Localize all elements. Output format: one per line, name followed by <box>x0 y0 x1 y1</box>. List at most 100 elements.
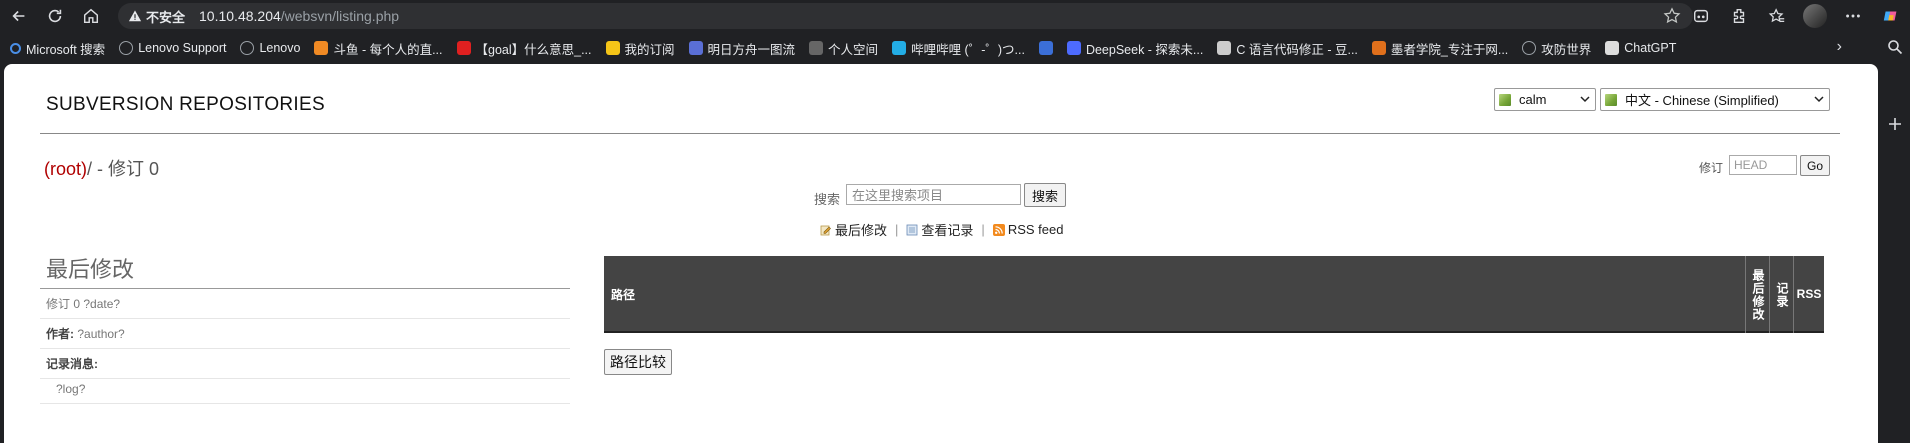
column-header-last-modified-text: 最后修改 <box>1751 268 1765 321</box>
y-icon <box>456 41 471 55</box>
home-icon <box>83 8 99 24</box>
author-row: 作者: ?author? <box>40 319 570 349</box>
log-label: 记录消息: <box>46 357 98 371</box>
search-icon[interactable] <box>1887 39 1903 55</box>
chevron-right-icon[interactable]: › <box>1837 38 1842 56</box>
search-icon <box>10 42 21 54</box>
bookmark-label: 攻防世界 <box>1541 42 1592 57</box>
side-panel <box>1880 32 1910 443</box>
bookmark-item[interactable]: 墨者学院_专注于网... <box>1371 39 1509 58</box>
bookmark-item[interactable]: 明日方舟一图流 <box>688 39 795 58</box>
security-warning[interactable]: 不安全 <box>128 7 185 26</box>
go-button[interactable]: Go <box>1800 155 1830 176</box>
language-select[interactable]: 中文 - Chinese (Simplified) <box>1600 88 1830 111</box>
cap-icon <box>1038 41 1053 55</box>
chevron-down-icon <box>1814 96 1824 103</box>
one-icon <box>688 41 703 55</box>
search-input[interactable]: 在这里搜索项目 <box>846 184 1021 205</box>
url-text[interactable]: 10.10.48.204/websvn/listing.php <box>199 8 399 24</box>
bookmark-star-icon[interactable] <box>1663 7 1681 28</box>
author-value: ?author? <box>77 326 125 341</box>
header-divider <box>40 133 1840 134</box>
bookmark-item[interactable]: Lenovo <box>240 41 300 55</box>
douyu-icon <box>314 41 329 55</box>
bookmarks-bar: Microsoft 搜索 Lenovo Support Lenovo 斗鱼 - 每个人… <box>0 34 1880 62</box>
address-bar[interactable]: 不安全 10.10.48.204/websvn/listing.php <box>118 3 1693 29</box>
bookmark-item[interactable]: Lenovo Support <box>119 41 226 55</box>
browser-toolbar: 不安全 10.10.48.204/websvn/listing.php <box>0 0 1910 32</box>
view-log-text: 查看记录 <box>921 223 974 238</box>
bookmark-item[interactable]: 斗鱼 - 每个人的直... <box>314 39 443 58</box>
column-header-rss: RSS <box>1793 256 1824 333</box>
bookmark-item[interactable]: DeepSeek - 探索未... <box>1066 39 1204 58</box>
bookmark-label: Microsoft 搜索 <box>26 42 106 57</box>
search-button[interactable]: 搜索 <box>1024 183 1066 207</box>
breadcrumb: (root)/ - 修订 0 <box>44 155 159 181</box>
reload-button[interactable] <box>38 0 72 32</box>
page-content: SUBVERSION REPOSITORIES calm 中文 - Chines… <box>4 64 1878 443</box>
bookmark-label: 【goal】什么意思_... <box>475 42 592 57</box>
rss-text: RSS feed <box>1007 222 1064 237</box>
bookmark-label: 墨者学院_专注于网... <box>1390 42 1509 57</box>
bookmark-item[interactable]: 哔哩哔哩 (゜-゜)つ... <box>892 39 1025 58</box>
revision-input[interactable]: HEAD <box>1729 155 1797 175</box>
doubao-icon <box>1217 41 1232 55</box>
language-icon <box>1605 93 1617 106</box>
repo-select[interactable]: calm <box>1494 88 1596 111</box>
bookmark-item[interactable]: ChatGPT <box>1605 41 1676 55</box>
globe-icon <box>1522 41 1537 55</box>
bookmark-label: C 语言代码修正 - 豆... <box>1236 42 1358 57</box>
edit-icon <box>820 225 831 235</box>
bilibili-icon <box>892 41 907 55</box>
last-modified-link[interactable]: 最后修改 <box>820 220 887 239</box>
bookmark-label: ChatGPT <box>1624 41 1677 55</box>
root-link[interactable]: (root) <box>44 159 87 179</box>
listing-table-header: 路径 最后修改 记录 RSS <box>604 256 1824 333</box>
column-header-log-text: 记录 <box>1775 281 1789 308</box>
favorites-icon[interactable] <box>1758 0 1796 32</box>
menu-icon[interactable] <box>1834 0 1872 32</box>
rss-icon <box>992 223 1005 236</box>
author-label: 作者: <box>46 327 74 341</box>
security-warning-text: 不安全 <box>146 9 186 25</box>
copilot-icon[interactable] <box>1872 0 1910 32</box>
bookmark-item[interactable]: 攻防世界 <box>1522 39 1591 58</box>
reader-icon[interactable] <box>1682 0 1720 32</box>
log-value: ?log? <box>56 381 86 396</box>
log-value-row: ?log? <box>40 374 570 404</box>
repository-icon <box>1499 93 1511 106</box>
link-separator: | <box>895 222 899 237</box>
bookmark-label: 我的订阅 <box>624 42 675 57</box>
profile-avatar[interactable] <box>1796 0 1834 32</box>
back-button[interactable] <box>2 0 36 32</box>
column-header-path: 路径 <box>611 288 636 302</box>
compare-paths-button[interactable]: 路径比较 <box>604 349 672 375</box>
bookmark-item[interactable] <box>1038 41 1053 55</box>
extensions-icon[interactable] <box>1720 0 1758 32</box>
view-log-link[interactable]: 查看记录 <box>906 220 973 239</box>
toolbar-right <box>1682 0 1910 32</box>
mozhe-icon <box>1371 41 1386 55</box>
action-links: 最后修改 | 查看记录 | RSS feed <box>820 220 1063 239</box>
bookmark-item[interactable]: C 语言代码修正 - 豆... <box>1217 39 1358 58</box>
bookmark-label: DeepSeek - 探索未... <box>1085 42 1204 57</box>
bookmark-item[interactable]: 个人空间 <box>809 39 878 58</box>
link-separator: | <box>981 222 985 237</box>
url-path: /websvn/listing.php <box>280 8 400 24</box>
rss-link[interactable]: RSS feed <box>992 222 1064 237</box>
repo-title: SUBVERSION REPOSITORIES <box>46 94 325 115</box>
column-header-log: 记录 <box>1769 256 1793 333</box>
reload-icon <box>48 9 62 23</box>
bookmark-item[interactable]: 我的订阅 <box>605 39 675 58</box>
revision-date: 修订 0 ?date? <box>46 297 121 311</box>
plus-icon[interactable] <box>1887 116 1903 132</box>
globe-icon <box>240 41 255 55</box>
arrow-left-icon <box>12 10 25 22</box>
home-button[interactable] <box>74 0 108 32</box>
log-icon <box>907 224 918 235</box>
last-modified-text: 最后修改 <box>835 223 888 238</box>
bookmark-item[interactable]: 【goal】什么意思_... <box>456 39 592 58</box>
smiley-icon <box>605 41 620 55</box>
bookmark-label: 斗鱼 - 每个人的直... <box>333 42 443 57</box>
bookmark-item[interactable]: Microsoft 搜索 <box>10 39 105 58</box>
